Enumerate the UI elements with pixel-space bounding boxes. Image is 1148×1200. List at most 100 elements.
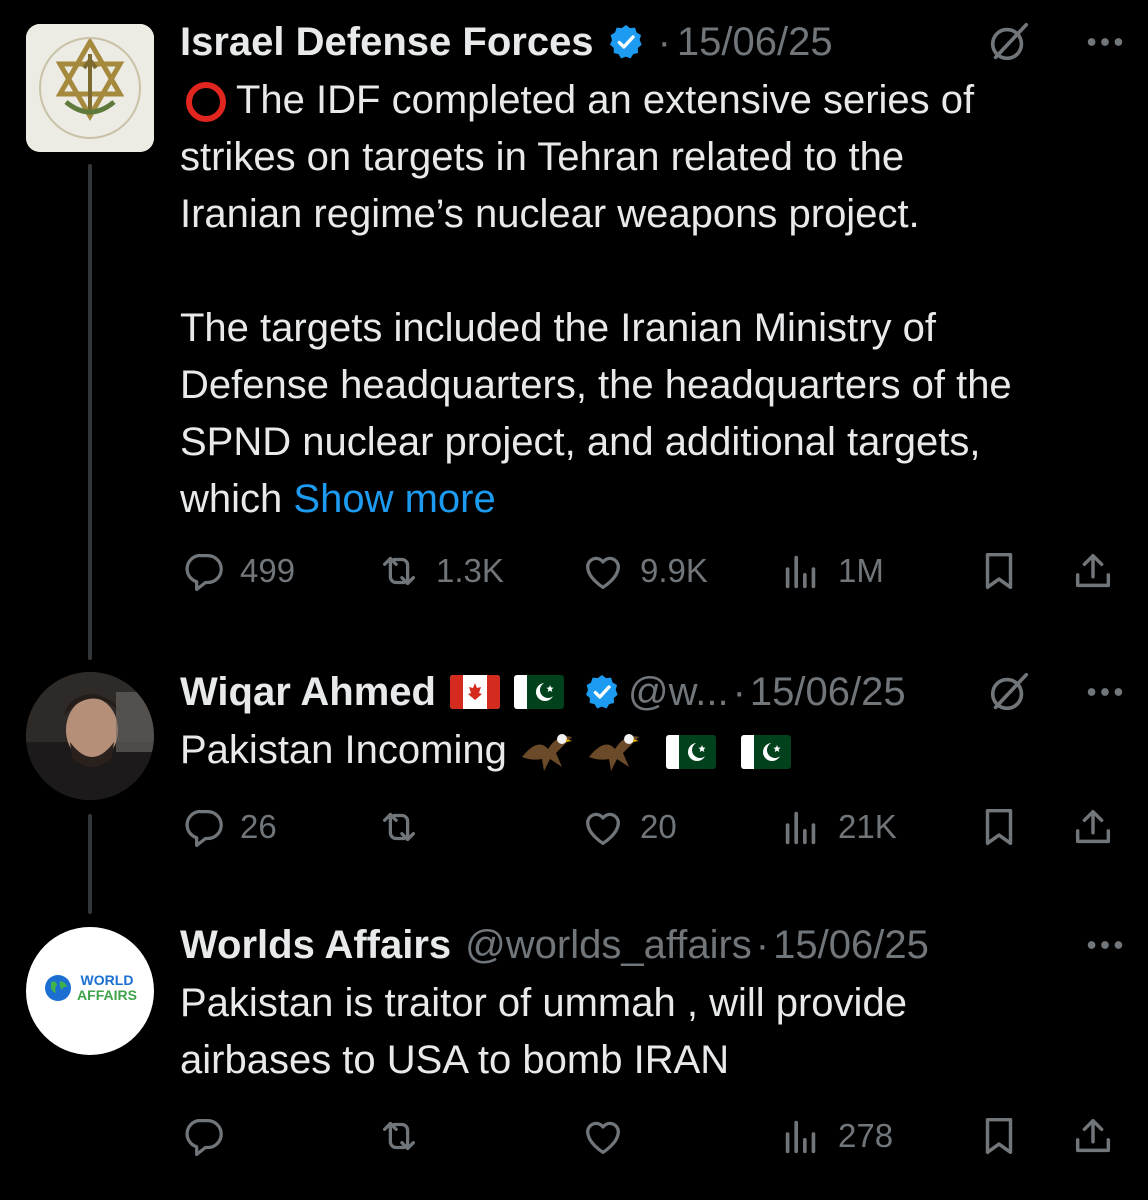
repost-button[interactable] [376, 802, 436, 852]
text-line-blank [180, 243, 1120, 300]
like-count: 9.9K [640, 552, 708, 589]
author-handle[interactable]: @w... [628, 670, 729, 715]
thread-line [88, 814, 92, 914]
repost-icon [376, 804, 422, 850]
views-count: 21K [838, 808, 897, 845]
text-line: which Show more [180, 477, 496, 521]
text-line: strikes on targets in Tehran related to … [180, 135, 905, 179]
avatar-photo [26, 672, 154, 800]
pakistan-flag-icon [741, 735, 792, 770]
avatar-worlds-affairs[interactable]: WORLD AFFAIRS [26, 927, 154, 1055]
reply-button[interactable] [180, 1111, 240, 1161]
bookmark-button[interactable] [976, 802, 1036, 852]
more-icon[interactable] [1082, 19, 1128, 65]
reply-button[interactable]: 499 [180, 546, 295, 596]
tweet-text: Pakistan Incoming [180, 722, 1120, 779]
repost-button[interactable] [376, 1111, 436, 1161]
avatar-label: WORLD [80, 972, 134, 988]
text-line: The targets included the Iranian Ministr… [180, 306, 936, 350]
like-icon [580, 1113, 626, 1159]
action-bar: 26 20 21K [180, 802, 1120, 852]
reply-icon [180, 804, 226, 850]
tweet-header: Worlds Affairs @worlds_affairs · 15/06/2… [180, 921, 1128, 969]
tweet-date[interactable]: 15/06/25 [750, 670, 906, 715]
views-icon [778, 1113, 824, 1159]
grok-icon[interactable] [986, 19, 1032, 65]
tweet-text: The IDF completed an extensive series of… [180, 72, 1120, 528]
views-icon [778, 548, 824, 594]
red-circle-icon [186, 82, 226, 123]
text-line: The IDF completed an extensive series of [180, 72, 1120, 129]
views-button[interactable]: 1M [778, 546, 884, 596]
reply-count: 26 [240, 808, 277, 845]
views-icon [778, 804, 824, 850]
avatar-idf[interactable] [26, 24, 154, 152]
grok-icon[interactable] [986, 669, 1032, 715]
like-icon [580, 804, 626, 850]
separator-dot: · [755, 922, 770, 967]
share-icon [1070, 1113, 1116, 1159]
views-count: 278 [838, 1117, 894, 1154]
text-line: Iranian regime’s nuclear weapons project… [180, 192, 920, 236]
thread-line [88, 164, 92, 660]
more-icon[interactable] [1082, 669, 1128, 715]
reply-count: 499 [240, 552, 296, 589]
share-button[interactable] [1070, 1111, 1130, 1161]
repost-count: 1.3K [436, 552, 504, 589]
bookmark-button[interactable] [976, 546, 1036, 596]
reply-icon [180, 548, 226, 594]
like-button[interactable] [580, 1111, 640, 1161]
idf-emblem-icon [26, 24, 154, 152]
text-line: SPND nuclear project, and additional tar… [180, 420, 981, 464]
author-handle[interactable]: @worlds_affairs [465, 923, 752, 968]
like-button[interactable]: 9.9K [580, 546, 708, 596]
share-button[interactable] [1070, 802, 1130, 852]
bookmark-icon [976, 1113, 1022, 1159]
like-button[interactable]: 20 [580, 802, 677, 852]
author-name[interactable]: Worlds Affairs [180, 923, 451, 968]
like-count: 20 [640, 808, 677, 845]
author-name[interactable]: Wiqar Ahmed [180, 670, 436, 715]
tweet-date[interactable]: 15/06/25 [773, 923, 929, 968]
pakistan-flag-icon [666, 735, 717, 770]
more-icon[interactable] [1082, 922, 1128, 968]
separator-dot: · [657, 19, 671, 64]
tweet-text: Pakistan is traitor of ummah , will prov… [180, 975, 1120, 1089]
tweet-wiqar[interactable]: Wiqar Ahmed @w... · 15/06/25 Pakistan In… [0, 650, 1148, 914]
eagle-icon [589, 734, 640, 772]
repost-icon [376, 548, 422, 594]
views-button[interactable]: 278 [778, 1111, 893, 1161]
text-line: Defense headquarters, the headquarters o… [180, 363, 1012, 407]
repost-icon [376, 1113, 422, 1159]
share-button[interactable] [1070, 546, 1130, 596]
action-bar: 499 1.3K 9.9K 1M [180, 546, 1120, 596]
bookmark-icon [976, 548, 1022, 594]
verified-icon [606, 22, 646, 62]
eagle-icon [521, 734, 572, 772]
repost-button[interactable]: 1.3K [376, 546, 504, 596]
tweet-header: Wiqar Ahmed @w... · 15/06/25 [180, 668, 1128, 716]
tweet-idf[interactable]: Israel Defense Forces · 15/06/25 The IDF… [0, 0, 1148, 660]
text-line: airbases to USA to bomb IRAN [180, 1038, 730, 1082]
bookmark-button[interactable] [976, 1111, 1036, 1161]
share-icon [1070, 804, 1116, 850]
show-more-link[interactable]: Show more [293, 477, 495, 521]
bookmark-icon [976, 804, 1022, 850]
avatar-wiqar[interactable] [26, 672, 154, 800]
views-button[interactable]: 21K [778, 802, 897, 852]
tweet-worlds-affairs[interactable]: WORLD AFFAIRS Worlds Affairs @worlds_aff… [0, 905, 1148, 1200]
like-icon [580, 548, 626, 594]
tweet-header: Israel Defense Forces · 15/06/25 [180, 18, 1128, 66]
tweet-date[interactable]: 15/06/25 [677, 20, 833, 65]
canada-flag-icon [449, 675, 500, 709]
text-line: Pakistan is traitor of ummah , will prov… [180, 981, 907, 1025]
avatar-label: AFFAIRS [77, 987, 137, 1003]
share-icon [1070, 548, 1116, 594]
globe-icon [45, 975, 72, 1001]
reply-icon [180, 1113, 226, 1159]
action-bar: 278 [180, 1111, 1120, 1161]
author-name[interactable]: Israel Defense Forces [180, 20, 594, 65]
views-count: 1M [838, 552, 884, 589]
pakistan-flag-icon [513, 675, 564, 709]
reply-button[interactable]: 26 [180, 802, 277, 852]
